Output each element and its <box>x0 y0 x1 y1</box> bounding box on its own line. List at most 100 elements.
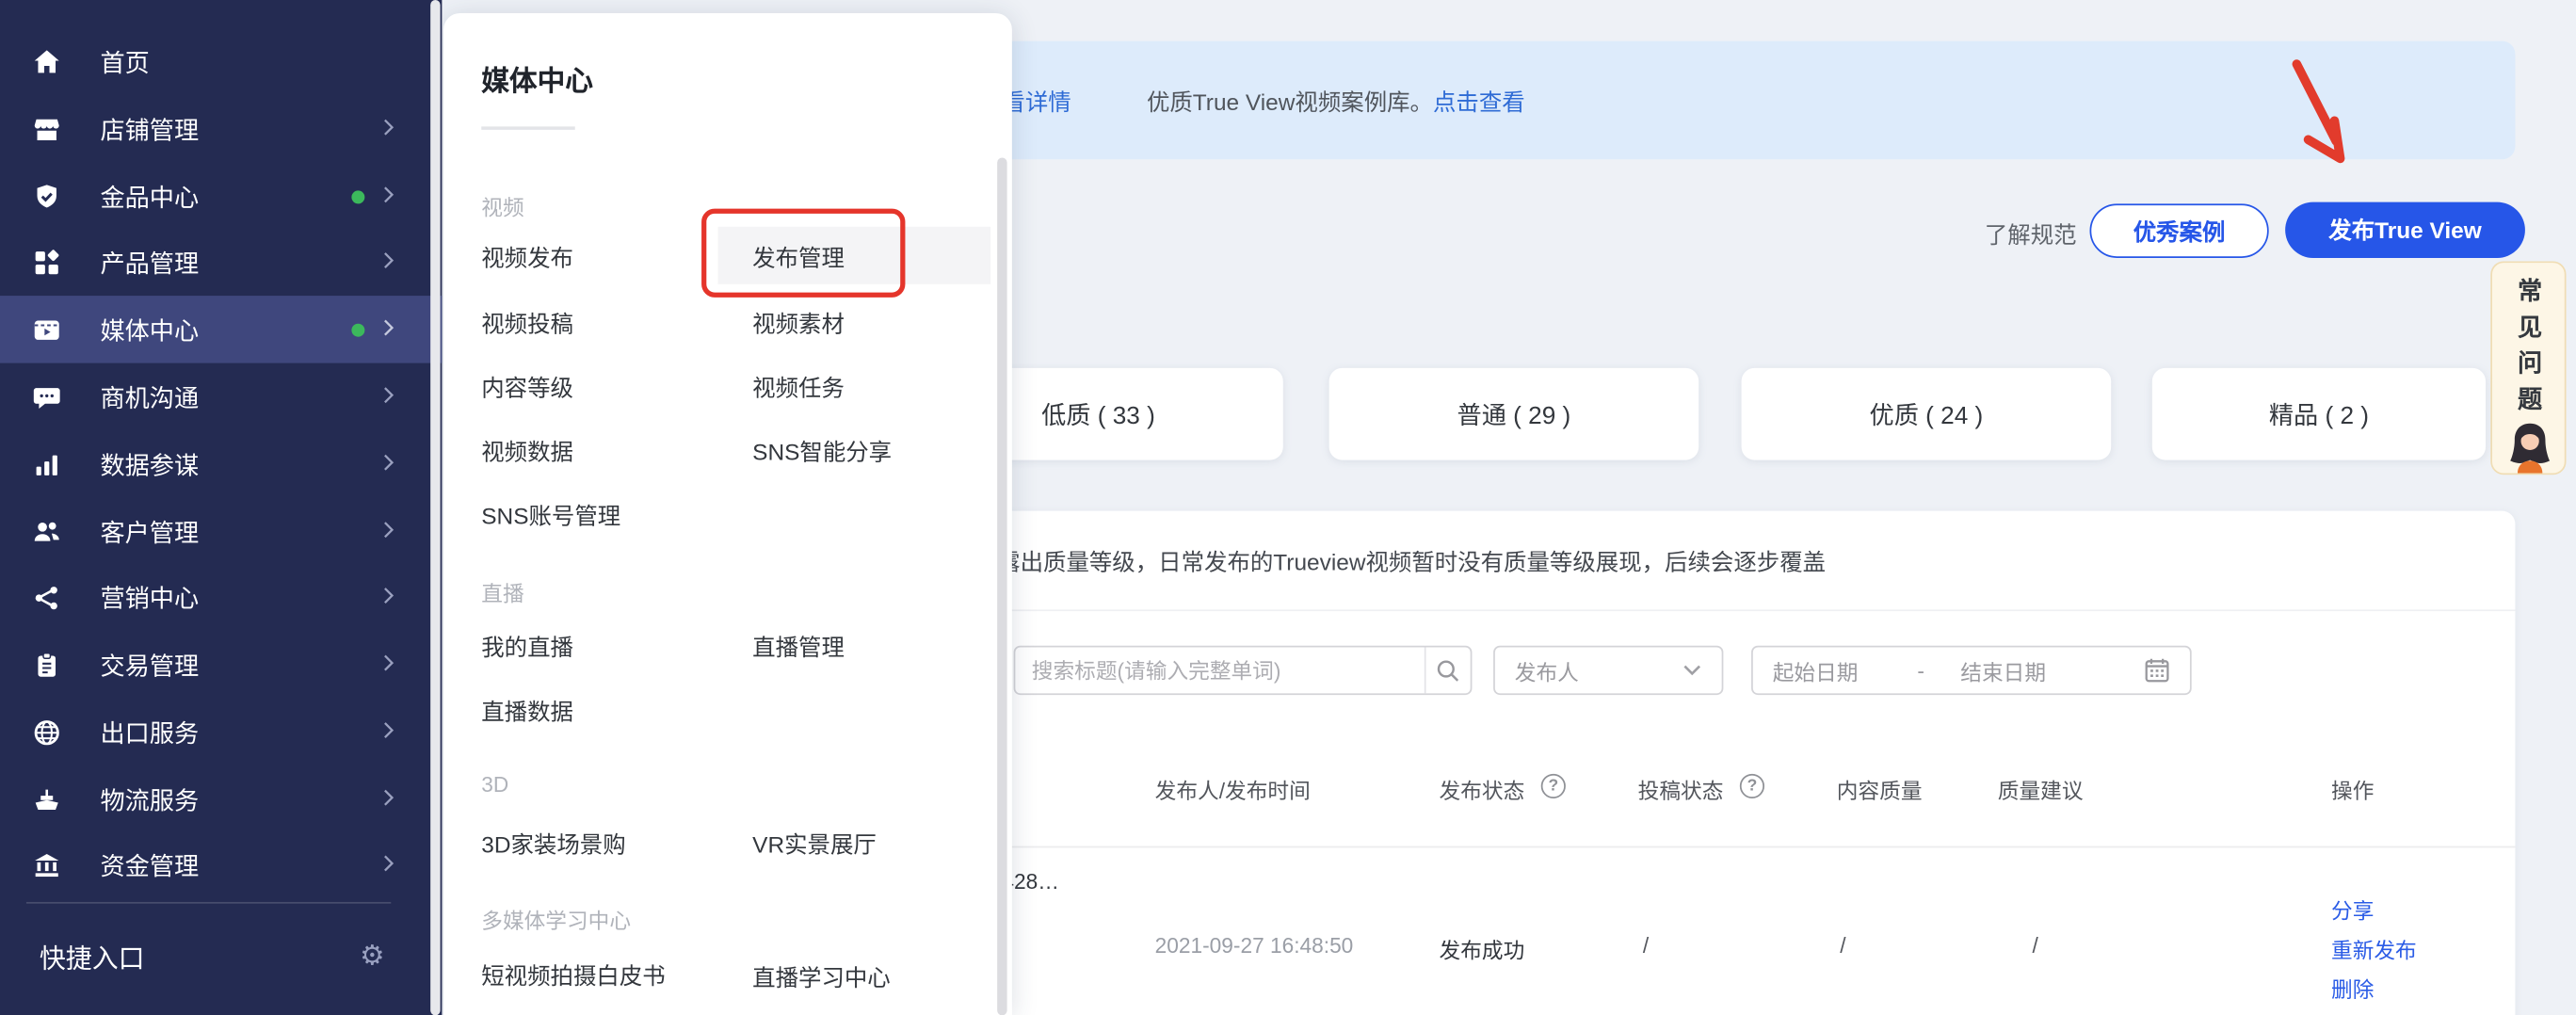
end-date-placeholder: 结束日期 <box>1960 654 2046 685</box>
excellent-cases-button[interactable]: 优秀案例 <box>2090 203 2269 258</box>
sidebar-item-marketing-center[interactable]: 营销中心 <box>0 564 442 632</box>
quality-tab-normal[interactable]: 普通 ( 29 ) <box>1329 368 1699 460</box>
notification-dot <box>351 323 364 336</box>
sidebar: 首页 店铺管理 金品中心 产品管理 媒体中心 商机沟通 <box>0 0 442 1015</box>
menu-item-my-live[interactable]: 我的直播 <box>481 631 573 664</box>
menu-item-content-grade[interactable]: 内容等级 <box>481 371 573 404</box>
sidebar-item-customer-management[interactable]: 客户管理 <box>0 498 442 566</box>
quality-tab-good[interactable]: 优质 ( 24 ) <box>1742 368 2112 460</box>
col-header-content-quality: 内容质量 <box>1837 774 1923 805</box>
bank-icon <box>33 851 61 879</box>
date-range-picker[interactable]: 起始日期 - 结束日期 <box>1751 646 2192 695</box>
help-icon[interactable]: ? <box>1740 774 1764 798</box>
sidebar-item-product-management[interactable]: 产品管理 <box>0 229 442 297</box>
banner-partial-link[interactable]: 看详情 <box>1002 86 1071 119</box>
search-button[interactable] <box>1425 647 1471 693</box>
chevron-right-icon <box>383 182 394 211</box>
publisher-select[interactable]: 发布人 <box>1493 646 1723 695</box>
sidebar-item-export-service[interactable]: 出口服务 <box>0 699 442 766</box>
chevron-right-icon <box>383 650 394 679</box>
chevron-right-icon <box>383 850 394 879</box>
sidebar-item-media-center[interactable]: 媒体中心 <box>0 296 442 363</box>
chevron-right-icon <box>383 784 394 814</box>
sidebar-item-label: 资金管理 <box>100 847 199 882</box>
menu-item-sns-smart-share[interactable]: SNS智能分享 <box>752 435 892 468</box>
sidebar-item-label: 媒体中心 <box>100 313 199 347</box>
menu-item-live-management[interactable]: 直播管理 <box>752 631 845 664</box>
banner-action-link[interactable]: 点击查看 <box>1433 89 1525 115</box>
section-label-multimedia-learning: 多媒体学习中心 <box>481 904 631 935</box>
ship-icon <box>33 785 61 814</box>
menu-item-vr-showroom[interactable]: VR实景展厅 <box>752 828 877 861</box>
delete-action-link[interactable]: 删除 <box>2331 973 2374 1004</box>
menu-item-live-data[interactable]: 直播数据 <box>481 695 573 728</box>
notification-banner: 看详情 优质True View视频案例库。点击查看 <box>920 41 2515 160</box>
sidebar-item-label: 商机沟通 <box>100 379 199 414</box>
menu-item-video-publish[interactable]: 视频发布 <box>481 242 573 275</box>
chevron-right-icon <box>383 248 394 277</box>
quality-tab-label: 低质 ( 33 ) <box>1041 396 1155 431</box>
help-icon[interactable]: ? <box>1541 774 1566 798</box>
menu-item-short-video-whitepaper[interactable]: 短视频拍摄白皮书 <box>481 958 675 993</box>
faq-label: 常见问题 <box>2516 278 2540 423</box>
sidebar-item-label: 产品管理 <box>100 245 199 280</box>
col-header-publisher-time: 发布人/发布时间 <box>1155 774 1311 805</box>
row-submit-status: / <box>1643 933 1649 958</box>
republish-action-link[interactable]: 重新发布 <box>2331 933 2417 964</box>
search-icon <box>1436 658 1460 683</box>
sidebar-item-business-communication[interactable]: 商机沟通 <box>0 363 442 431</box>
sidebar-item-label: 交易管理 <box>100 647 199 682</box>
menu-item-video-submit[interactable]: 视频投稿 <box>481 307 573 340</box>
chevron-right-icon <box>383 449 394 478</box>
assistant-avatar <box>2505 421 2554 474</box>
faq-float-widget[interactable]: 常见问题 <box>2490 261 2566 475</box>
sidebar-item-logistics-service[interactable]: 物流服务 <box>0 765 442 833</box>
sidebar-item-home[interactable]: 首页 <box>0 28 442 96</box>
menu-item-video-task[interactable]: 视频任务 <box>752 371 845 404</box>
learn-spec-link[interactable]: 了解规范 <box>1985 218 2077 251</box>
users-icon <box>33 518 61 546</box>
divider <box>26 902 391 904</box>
home-icon <box>33 48 61 76</box>
menu-item-sns-account[interactable]: SNS账号管理 <box>481 499 620 532</box>
divider <box>481 126 574 129</box>
share-action-link[interactable]: 分享 <box>2331 894 2374 925</box>
sidebar-item-trade-management[interactable]: 交易管理 <box>0 631 442 699</box>
bar-chart-icon <box>33 450 61 478</box>
quality-tab-premium[interactable]: 精品 ( 2 ) <box>2152 368 2486 460</box>
sidebar-item-data-advisor[interactable]: 数据参谋 <box>0 430 442 498</box>
menu-item-video-data[interactable]: 视频数据 <box>481 435 573 468</box>
shield-check-icon <box>33 183 61 211</box>
menu-item-3d-home-scene[interactable]: 3D家装场景购 <box>481 828 625 861</box>
sidebar-scrollbar[interactable] <box>430 0 440 1015</box>
sidebar-item-gold-center[interactable]: 金品中心 <box>0 163 442 231</box>
clipboard-icon <box>33 651 61 679</box>
sidebar-item-label: 客户管理 <box>100 514 199 549</box>
gear-icon[interactable]: ⚙ <box>360 940 385 973</box>
sidebar-item-shop-management[interactable]: 店铺管理 <box>0 95 442 163</box>
sidebar-item-label: 店铺管理 <box>100 112 199 147</box>
sidebar-item-fund-management[interactable]: 资金管理 <box>0 831 442 899</box>
quality-tab-label: 普通 ( 29 ) <box>1457 396 1571 431</box>
sidebar-item-label: 首页 <box>100 44 149 79</box>
row-content-quality: / <box>1840 933 1845 958</box>
calendar-icon <box>2144 657 2170 684</box>
search-input[interactable] <box>1015 647 1424 693</box>
flyout-scrollbar[interactable] <box>997 158 1006 1015</box>
publish-trueview-button[interactable]: 发布True View <box>2285 202 2525 258</box>
quick-entry-row[interactable]: 快捷入口 ⚙ <box>0 926 442 986</box>
storefront-icon <box>33 115 61 143</box>
menu-item-live-learning-center[interactable]: 直播学习中心 <box>752 961 891 994</box>
sidebar-item-label: 物流服务 <box>100 782 199 817</box>
row-publish-time: 2021-09-27 16:48:50 <box>1155 933 1354 958</box>
search-input-group <box>1014 646 1473 695</box>
menu-item-video-material[interactable]: 视频素材 <box>752 307 845 340</box>
publisher-select-value: 发布人 <box>1515 654 1682 685</box>
col-header-publish-status: 发布状态 <box>1440 774 1525 805</box>
banner-message: 优质True View视频案例库。 <box>1147 89 1433 115</box>
chevron-right-icon <box>383 382 394 411</box>
menu-item-publish-management[interactable]: 发布管理 <box>752 242 845 275</box>
notification-dot <box>351 190 364 203</box>
quality-notice: 露出质量等级，日常发布的Trueview视频暂时没有质量等级展现，后续会逐步覆盖 <box>997 545 1826 578</box>
row-publish-status: 发布成功 <box>1440 933 1525 964</box>
